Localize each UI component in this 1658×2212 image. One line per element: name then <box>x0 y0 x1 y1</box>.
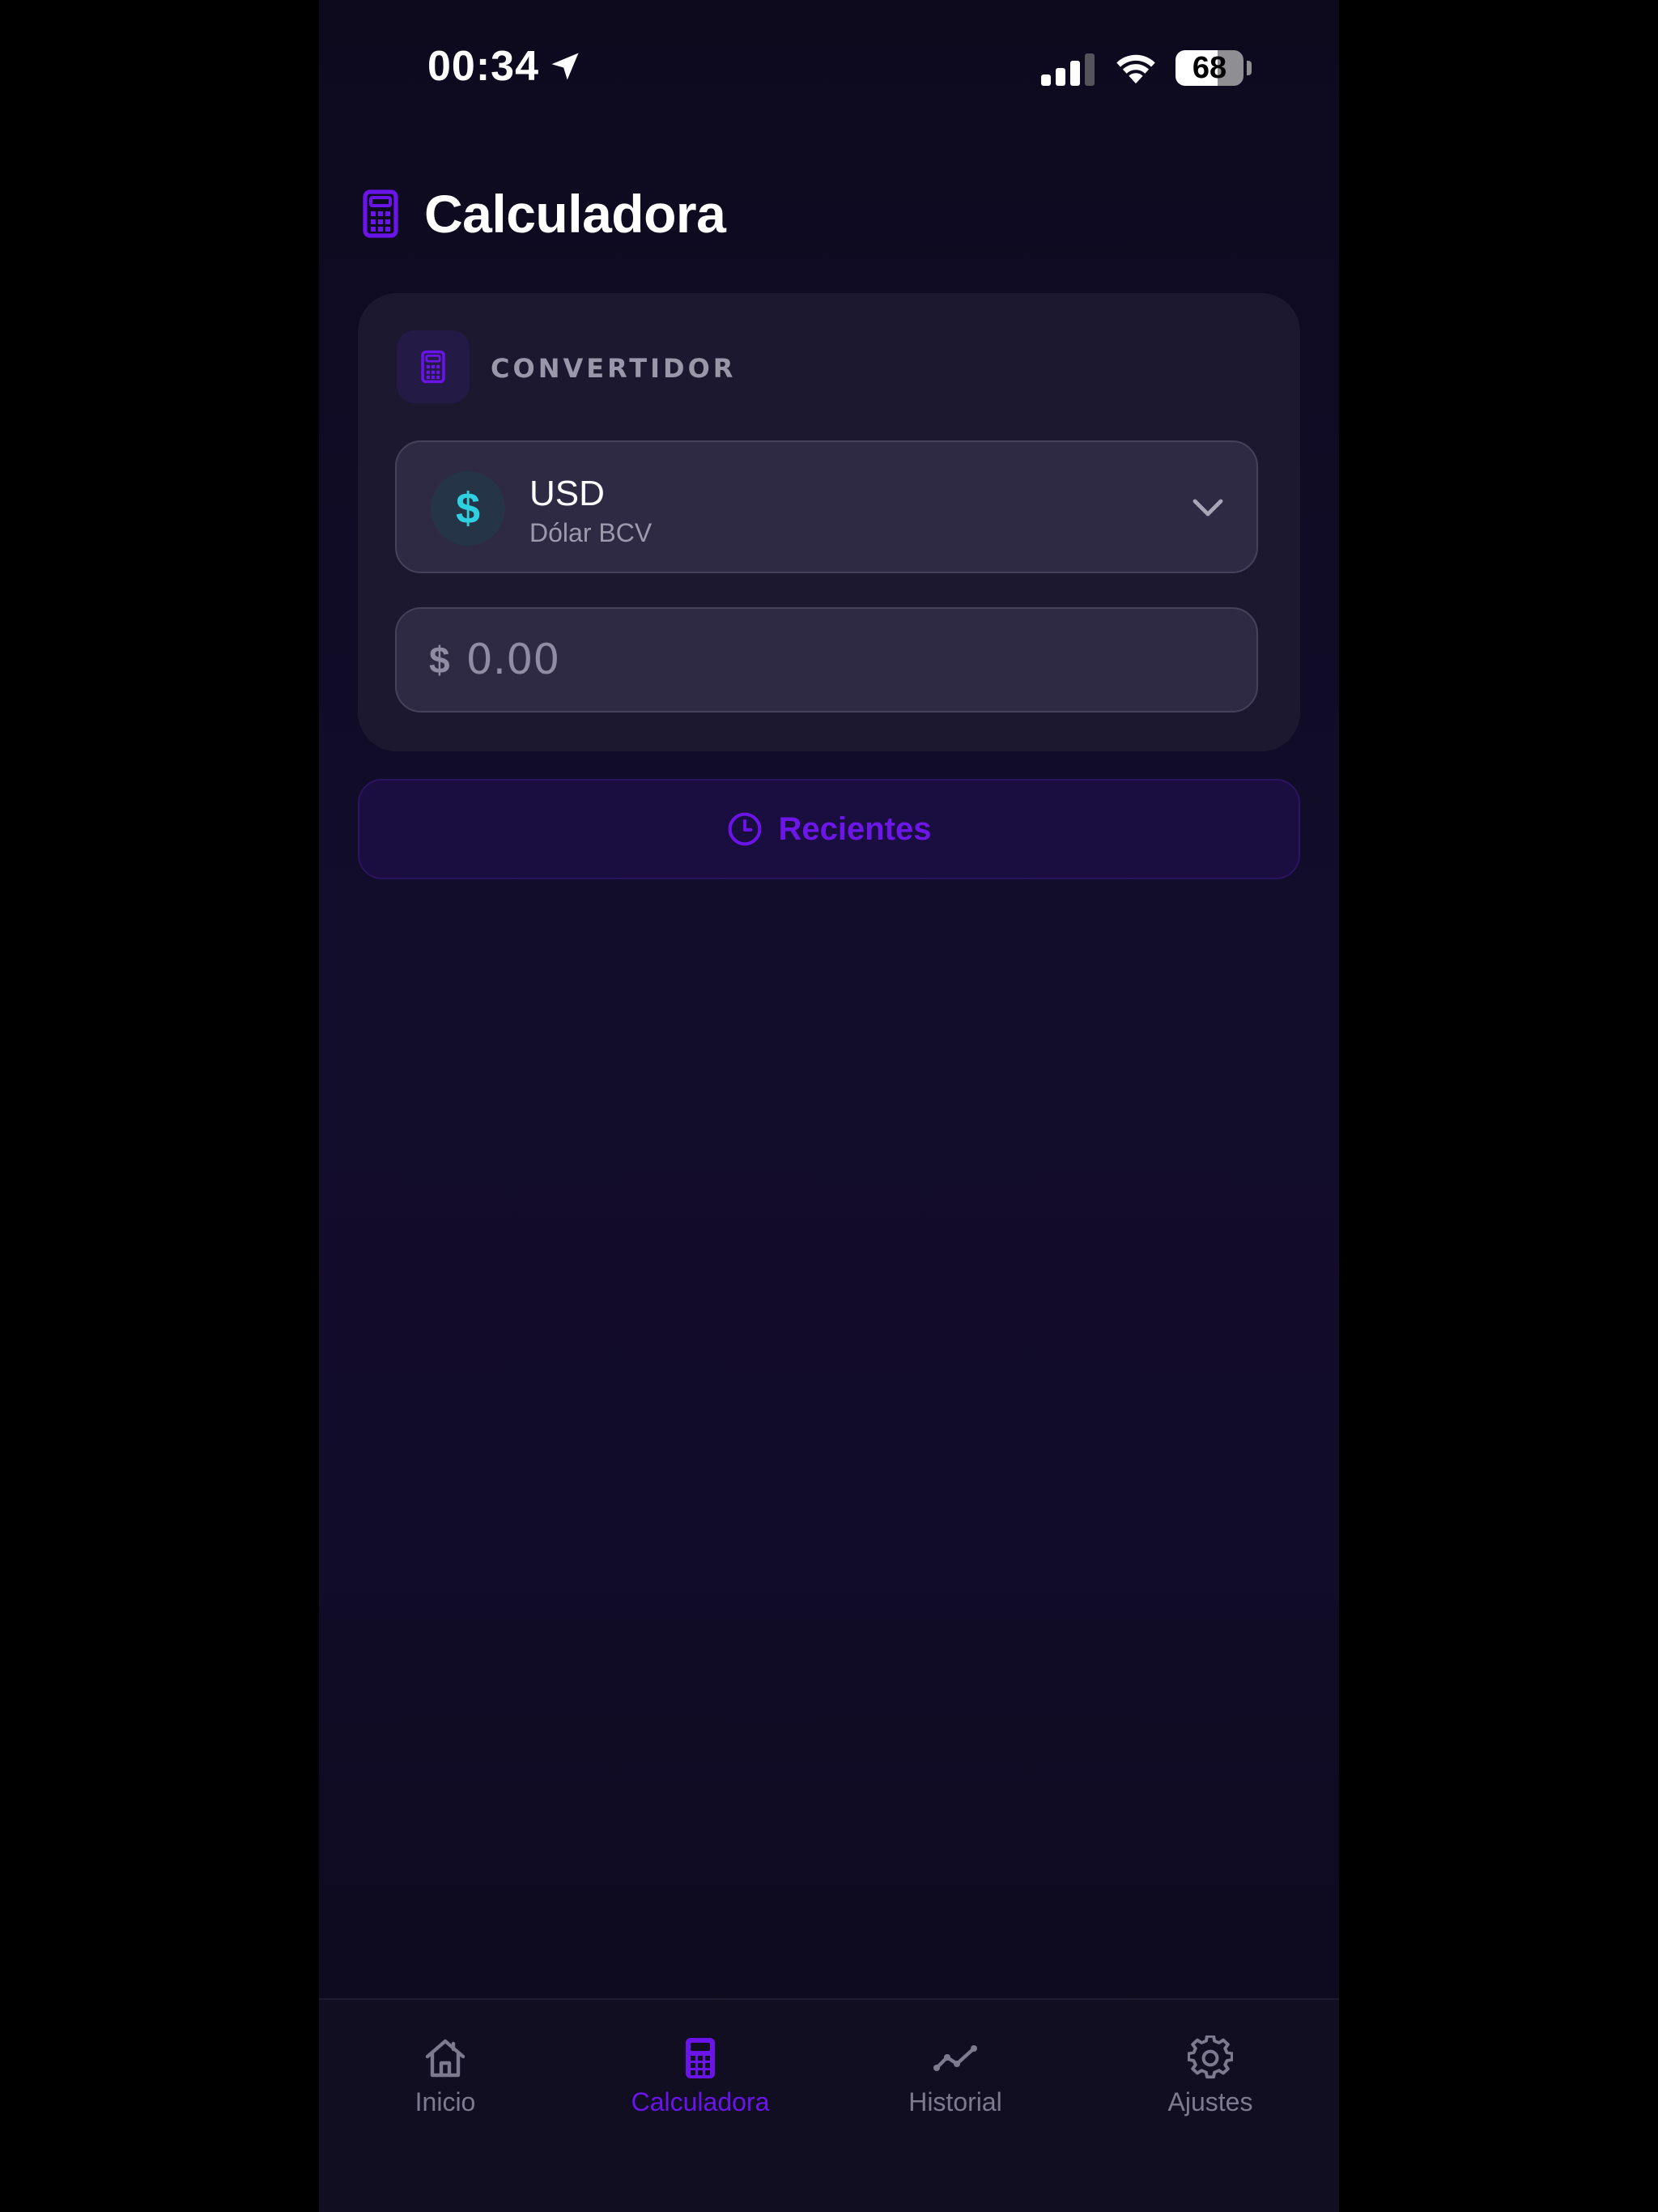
status-time-text: 00:34 <box>427 43 539 90</box>
page-title: Calculadora <box>424 184 726 244</box>
amount-field[interactable]: $ <box>395 607 1258 713</box>
tab-calculadora[interactable]: Calculadora <box>579 2035 822 2133</box>
tab-historial-label: Historial <box>908 2087 1002 2116</box>
chevron-down-icon <box>1192 499 1223 517</box>
calculator-icon <box>363 189 398 238</box>
recent-button[interactable]: Recientes <box>358 779 1300 879</box>
battery-tip <box>1247 61 1252 75</box>
converter-card: CONVERTIDOR $ USD Dólar BCV $ <box>358 293 1300 751</box>
status-time: 00:34 <box>427 42 583 91</box>
chart-line-icon <box>933 2045 977 2071</box>
page-header: Calculadora <box>363 183 726 245</box>
recent-button-label: Recientes <box>778 810 932 847</box>
tab-calculadora-label: Calculadora <box>631 2087 770 2116</box>
amount-currency-prefix: $ <box>429 639 450 681</box>
currency-select[interactable]: $ USD Dólar BCV <box>395 440 1258 573</box>
dollar-icon: $ <box>431 471 505 546</box>
currency-code: USD <box>529 474 605 513</box>
cellular-signal-icon <box>1041 53 1095 86</box>
location-arrow-icon <box>551 53 579 80</box>
wifi-icon <box>1116 54 1155 84</box>
battery-indicator: 68 <box>1175 50 1244 86</box>
amount-input[interactable] <box>466 636 1195 684</box>
tab-bar: Inicio Calculadora Historial Ajustes <box>319 1998 1339 2212</box>
converter-badge <box>397 330 470 403</box>
tab-inicio[interactable]: Inicio <box>324 2035 567 2133</box>
gear-icon <box>1188 2035 1233 2079</box>
phone-screen: 00:34 68 Calculadora CONVERTIDOR $ USD D… <box>319 0 1339 2212</box>
currency-name: Dólar BCV <box>529 518 653 547</box>
tab-inicio-label: Inicio <box>414 2087 476 2116</box>
converter-label: CONVERTIDOR <box>491 353 737 384</box>
calculator-icon <box>686 2038 715 2078</box>
tab-ajustes-label: Ajustes <box>1167 2087 1253 2116</box>
home-icon <box>425 2039 466 2078</box>
clock-icon <box>728 812 761 846</box>
calculator-icon <box>421 350 445 384</box>
tab-historial[interactable]: Historial <box>834 2035 1077 2133</box>
tab-ajustes[interactable]: Ajustes <box>1089 2035 1332 2133</box>
